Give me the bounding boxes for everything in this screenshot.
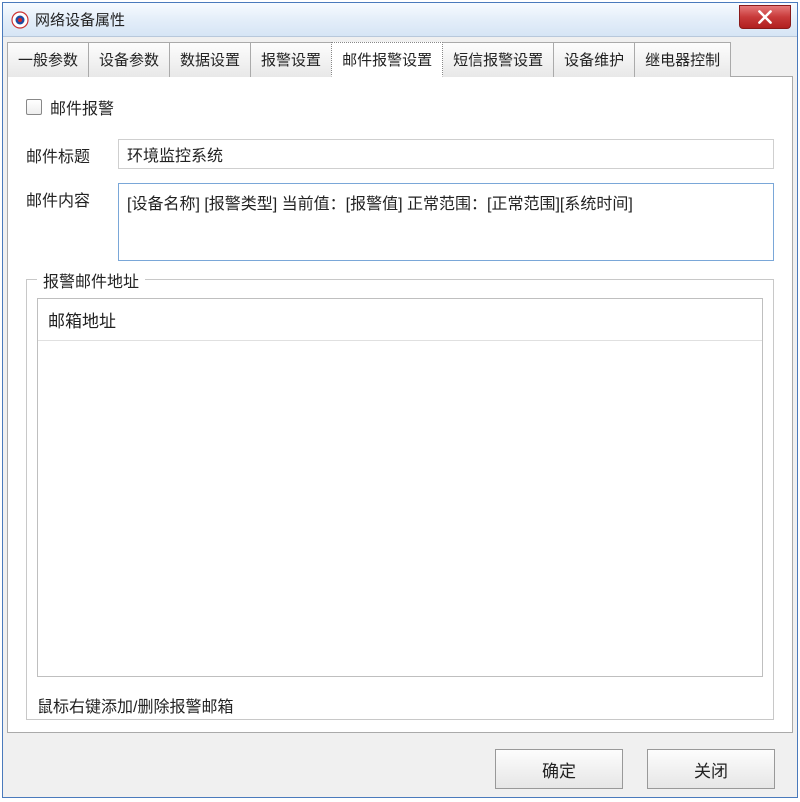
email-list-body[interactable] [38, 341, 762, 676]
subject-input[interactable] [118, 139, 774, 169]
tab-device[interactable]: 设备参数 [88, 42, 170, 77]
subject-row: 邮件标题 [26, 139, 774, 169]
body-row: 邮件内容 [26, 183, 774, 261]
enable-email-alarm-label: 邮件报警 [50, 95, 114, 119]
email-list-hint: 鼠标右键添加/删除报警邮箱 [27, 685, 773, 719]
window-close-button[interactable] [739, 5, 791, 29]
tab-bar: 一般参数 设备参数 数据设置 报警设置 邮件报警设置 短信报警设置 设备维护 继… [7, 41, 793, 76]
close-icon [758, 10, 772, 24]
dialog-buttons: 确定 关闭 [7, 733, 793, 789]
tab-alarm[interactable]: 报警设置 [250, 42, 332, 77]
enable-email-alarm-row: 邮件报警 [26, 95, 774, 119]
body-textarea[interactable] [118, 183, 774, 261]
tab-relay[interactable]: 继电器控制 [634, 42, 731, 77]
tab-general[interactable]: 一般参数 [7, 42, 89, 77]
email-address-group: 报警邮件地址 邮箱地址 鼠标右键添加/删除报警邮箱 [26, 279, 774, 720]
tab-panel-email-alarm: 邮件报警 邮件标题 邮件内容 报警邮件地址 邮箱地址 鼠标右键添加/删除报警邮箱 [7, 76, 793, 733]
ok-button[interactable]: 确定 [495, 749, 623, 789]
subject-label: 邮件标题 [26, 139, 118, 167]
app-icon [11, 11, 29, 29]
body-label: 邮件内容 [26, 183, 118, 211]
tab-data[interactable]: 数据设置 [169, 42, 251, 77]
tab-maintenance[interactable]: 设备维护 [553, 42, 635, 77]
close-button[interactable]: 关闭 [647, 749, 775, 789]
tab-email-alarm[interactable]: 邮件报警设置 [331, 42, 443, 77]
email-address-list[interactable]: 邮箱地址 [37, 298, 763, 677]
window-title: 网络设备属性 [35, 9, 125, 30]
dialog-window: 网络设备属性 一般参数 设备参数 数据设置 报警设置 邮件报警设置 短信报警设置… [2, 2, 798, 798]
titlebar: 网络设备属性 [3, 3, 797, 37]
enable-email-alarm-checkbox[interactable] [26, 99, 42, 115]
email-address-legend: 报警邮件地址 [37, 268, 145, 292]
email-list-header: 邮箱地址 [38, 299, 762, 341]
tab-sms-alarm[interactable]: 短信报警设置 [442, 42, 554, 77]
content-area: 一般参数 设备参数 数据设置 报警设置 邮件报警设置 短信报警设置 设备维护 继… [3, 37, 797, 797]
